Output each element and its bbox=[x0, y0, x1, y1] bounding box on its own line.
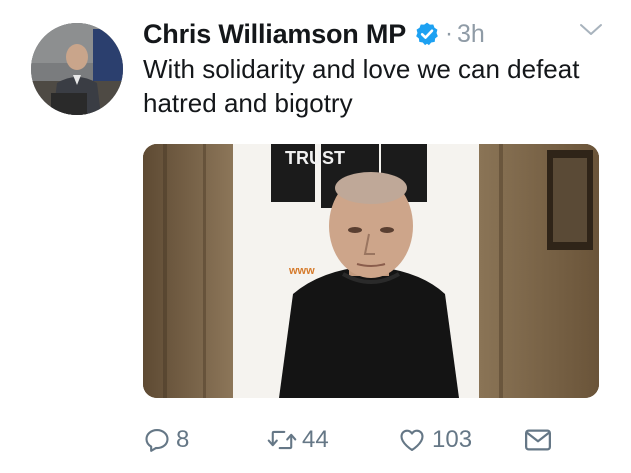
tweet-header: Chris Williamson MP · 3h bbox=[143, 14, 485, 54]
banner-url-text: www bbox=[288, 265, 315, 277]
reply-icon bbox=[143, 426, 171, 454]
tweet-media[interactable]: TRUST www bbox=[143, 144, 599, 398]
retweet-icon bbox=[267, 426, 297, 454]
retweet-button[interactable]: 44 bbox=[267, 422, 329, 458]
separator-dot: · bbox=[445, 20, 453, 47]
retweet-count: 44 bbox=[302, 426, 329, 453]
author-name[interactable]: Chris Williamson MP bbox=[143, 19, 406, 50]
avatar-image bbox=[31, 23, 123, 115]
direct-message-button[interactable] bbox=[523, 422, 553, 458]
like-count: 103 bbox=[432, 426, 473, 453]
banner-text: TRUST bbox=[285, 148, 345, 168]
avatar[interactable] bbox=[31, 23, 123, 115]
caret-down-icon[interactable] bbox=[579, 22, 603, 38]
reply-count: 8 bbox=[176, 426, 190, 453]
tweet-time[interactable]: 3h bbox=[457, 20, 485, 49]
like-icon bbox=[397, 426, 427, 454]
tweet-actions: 8 44 103 bbox=[143, 422, 573, 458]
reply-button[interactable]: 8 bbox=[143, 422, 189, 458]
direct-message-icon bbox=[523, 426, 553, 454]
media-photo: TRUST www bbox=[143, 144, 599, 398]
like-button[interactable]: 103 bbox=[397, 422, 472, 458]
tweet-text: With solidarity and love we can defeat h… bbox=[143, 54, 580, 118]
verified-badge-icon bbox=[414, 21, 440, 47]
